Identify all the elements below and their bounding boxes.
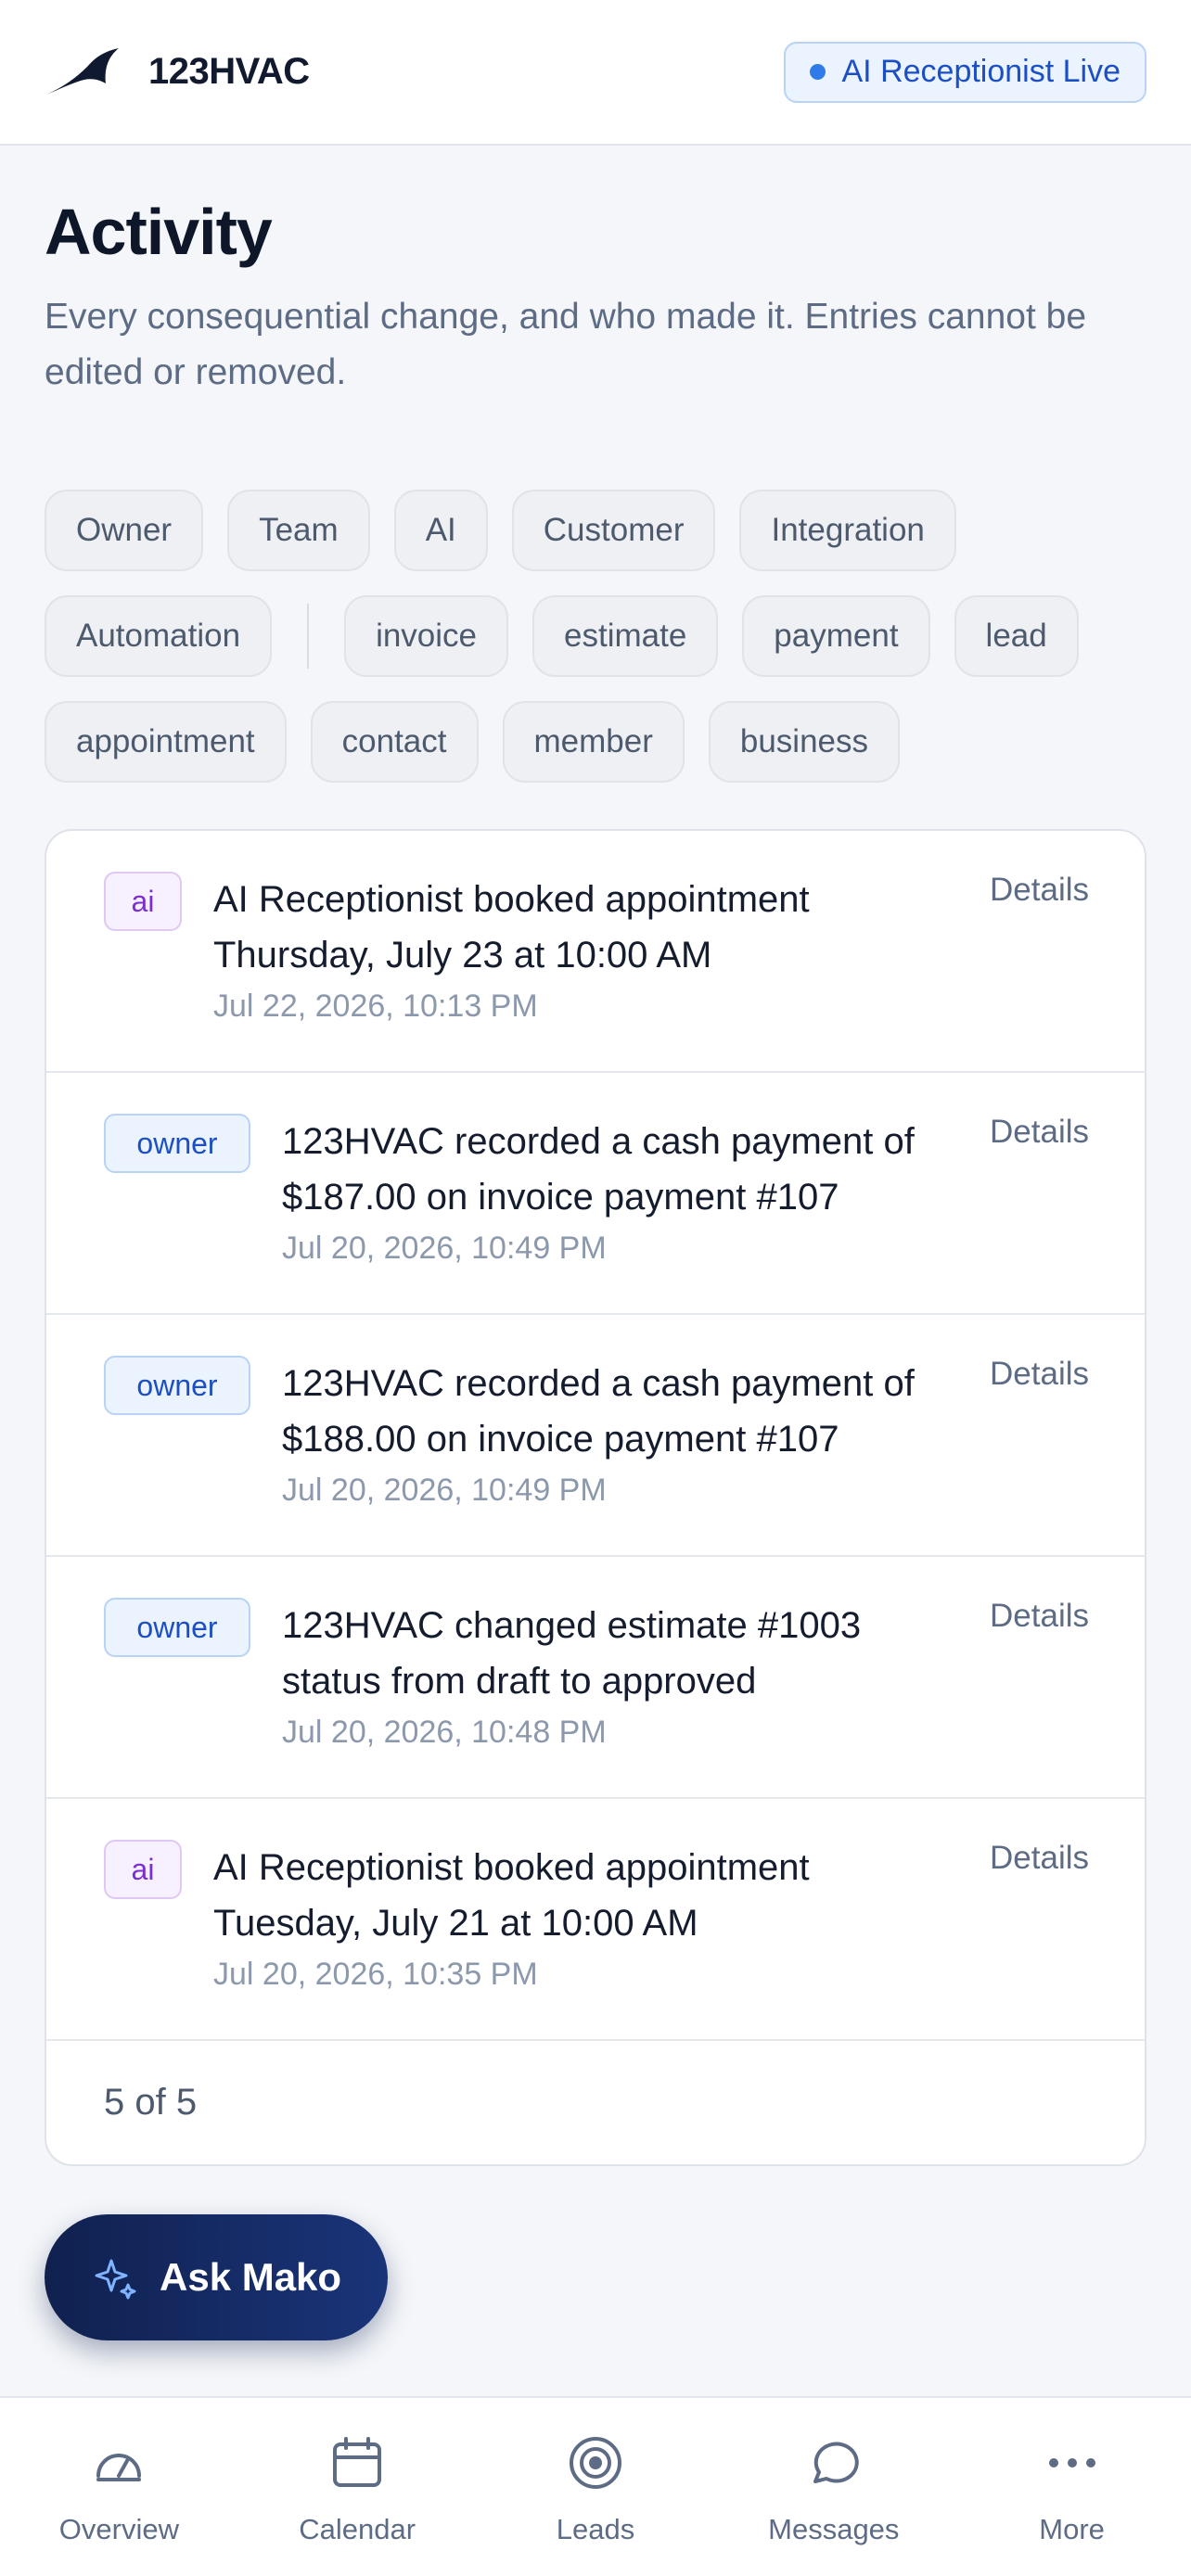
activity-description: AI Receptionist booked appointment Tuesd…: [213, 1847, 810, 1944]
ask-mako-button[interactable]: Ask Mako: [45, 2214, 388, 2340]
nav-item-more[interactable]: More: [953, 2398, 1191, 2576]
filter-divider: [307, 604, 310, 669]
activity-entry: ai AI Receptionist booked appointment Tu…: [46, 1799, 1145, 2041]
filter-chip-owner[interactable]: Owner: [45, 490, 204, 571]
activity-description: 123HVAC changed estimate #1003 status fr…: [282, 1605, 862, 1702]
nav-item-messages[interactable]: Messages: [714, 2398, 953, 2576]
brand[interactable]: 123HVAC: [45, 46, 310, 98]
filter-chip-team[interactable]: Team: [227, 490, 370, 571]
nav-label: Leads: [556, 2513, 635, 2545]
actor-tag-owner: owner: [104, 1114, 250, 1173]
filter-chip-payment[interactable]: payment: [742, 595, 930, 677]
ai-receptionist-status-badge[interactable]: AI Receptionist Live: [783, 41, 1146, 103]
page-subtitle: Every consequential change, and who made…: [45, 297, 1087, 392]
gauge-icon: [96, 2454, 142, 2481]
activity-timestamp: Jul 20, 2026, 10:35 PM: [213, 1957, 538, 1992]
activity-timestamp: Jul 20, 2026, 10:49 PM: [282, 1473, 607, 1508]
details-link[interactable]: Details: [990, 1114, 1089, 1151]
activity-timestamp: Jul 20, 2026, 10:48 PM: [282, 1715, 607, 1750]
ask-mako-label: Ask Mako: [160, 2255, 342, 2299]
activity-timestamp: Jul 22, 2026, 10:13 PM: [213, 988, 538, 1024]
brand-logo-icon: [46, 47, 119, 95]
details-link[interactable]: Details: [990, 1840, 1089, 1877]
details-link[interactable]: Details: [990, 1356, 1089, 1393]
chat-bubble-icon: [813, 2442, 859, 2483]
filter-chip-estimate[interactable]: estimate: [532, 595, 719, 677]
filter-chip-ai[interactable]: AI: [393, 490, 488, 571]
filter-chips: Owner Team AI Customer Integration Autom…: [45, 490, 1148, 807]
actor-tag-ai: ai: [104, 872, 182, 931]
nav-label: More: [1039, 2513, 1105, 2545]
filter-chip-integration[interactable]: Integration: [739, 490, 956, 571]
activity-entry: owner 123HVAC recorded a cash payment of…: [46, 1315, 1145, 1557]
details-link[interactable]: Details: [990, 872, 1089, 909]
filter-chip-customer[interactable]: Customer: [511, 490, 716, 571]
target-icon: [569, 2437, 621, 2489]
app-header: 123HVAC AI Receptionist Live: [0, 0, 1191, 146]
filter-row: appointment contact member business: [45, 701, 1148, 783]
page-title: Activity: [45, 196, 273, 268]
filter-chip-appointment[interactable]: appointment: [45, 701, 287, 783]
filter-row: Automation invoice estimate payment lead: [45, 595, 1148, 677]
pagination-label: 5 of 5: [104, 2081, 198, 2123]
filter-chip-automation[interactable]: Automation: [45, 595, 273, 677]
actor-tag-owner: owner: [104, 1598, 250, 1657]
filter-chip-member[interactable]: member: [502, 701, 685, 783]
more-dots-icon: [1048, 2458, 1095, 2468]
brand-name: 123HVAC: [148, 51, 310, 92]
activity-entry: ai AI Receptionist booked appointment Th…: [46, 831, 1145, 1073]
nav-label: Calendar: [299, 2513, 416, 2545]
activity-entry: owner 123HVAC recorded a cash payment of…: [46, 1073, 1145, 1315]
activity-timestamp: Jul 20, 2026, 10:49 PM: [282, 1231, 607, 1266]
bottom-nav: Overview Calendar Leads Messages More: [0, 2396, 1191, 2576]
activity-description: 123HVAC recorded a cash payment of $188.…: [282, 1363, 915, 1460]
sparkle-icon: [95, 2259, 136, 2300]
activity-description: AI Receptionist booked appointment Thurs…: [213, 879, 810, 976]
pagination-count: 5 of 5: [46, 2040, 1145, 2164]
actor-tag-ai: ai: [104, 1840, 182, 1899]
activity-list: ai AI Receptionist booked appointment Th…: [45, 829, 1146, 2166]
details-link[interactable]: Details: [990, 1598, 1089, 1635]
live-dot-icon: [809, 64, 826, 80]
filter-chip-contact[interactable]: contact: [310, 701, 479, 783]
nav-label: Overview: [58, 2513, 179, 2545]
activity-entry: owner 123HVAC changed estimate #1003 sta…: [46, 1557, 1145, 1799]
calendar-icon: [333, 2437, 382, 2487]
filter-chip-invoice[interactable]: invoice: [344, 595, 509, 677]
status-badge-label: AI Receptionist Live: [841, 54, 1121, 89]
filter-row: Owner Team AI Customer Integration: [45, 490, 1148, 571]
activity-description: 123HVAC recorded a cash payment of $187.…: [282, 1121, 915, 1218]
nav-item-calendar[interactable]: Calendar: [238, 2398, 477, 2576]
nav-label: Messages: [768, 2513, 900, 2545]
activity-page: 123HVAC AI Receptionist Live Activity Ev…: [0, 0, 1191, 2576]
filter-chip-business[interactable]: business: [708, 701, 901, 783]
actor-tag-owner: owner: [104, 1356, 250, 1415]
filter-chip-lead[interactable]: lead: [954, 595, 1079, 677]
nav-item-overview[interactable]: Overview: [0, 2398, 238, 2576]
nav-item-leads[interactable]: Leads: [477, 2398, 715, 2576]
